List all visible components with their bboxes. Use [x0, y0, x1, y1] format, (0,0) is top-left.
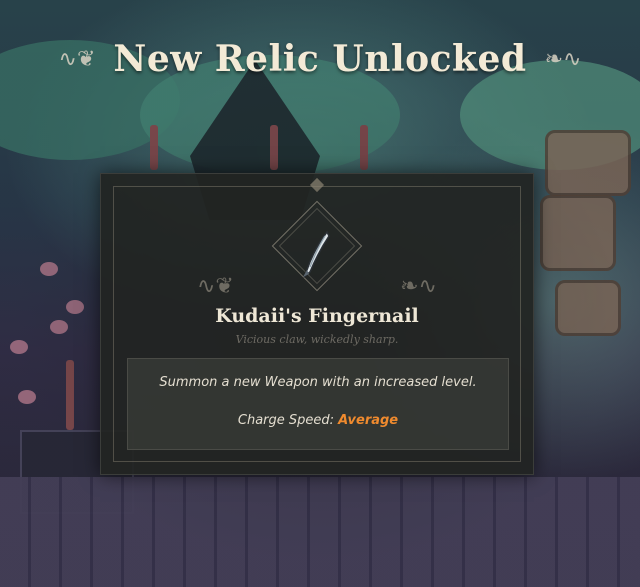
- relic-description-box: Summon a new Weapon with an increased le…: [127, 358, 509, 450]
- relic-flavor-text: Vicious claw, wickedly sharp.: [235, 333, 399, 346]
- swirl-left-icon: ∿❦: [197, 274, 234, 299]
- divider-swirls: ∿❦ ❧∿: [101, 274, 533, 300]
- page-title: New Relic Unlocked: [113, 38, 527, 80]
- swirl-right-icon: ❧∿: [400, 274, 437, 299]
- charge-speed-label: Charge Speed:: [237, 413, 335, 428]
- relic-name: Kudaii's Fingernail: [215, 305, 419, 327]
- relic-description: Summon a new Weapon with an increased le…: [159, 375, 477, 390]
- charge-speed-value: Average: [338, 413, 399, 428]
- relic-card[interactable]: ∿❦ ❧∿ Kudaii's Fingernail Vicious claw, …: [100, 173, 534, 475]
- title-row: ∿❦ New Relic Unlocked ❧∿: [0, 34, 640, 84]
- charge-speed-row: Charge Speed: Average: [128, 413, 508, 428]
- flourish-right-icon: ❧∿: [544, 46, 582, 72]
- flourish-left-icon: ∿❦: [58, 46, 96, 72]
- claw-fingernail-icon: [303, 230, 330, 278]
